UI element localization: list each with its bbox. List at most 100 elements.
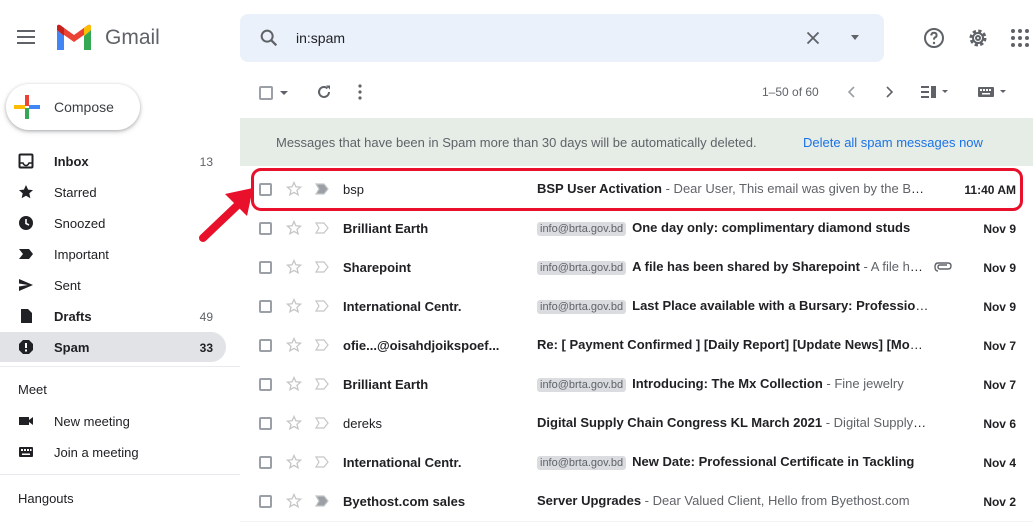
sidebar-item-drafts[interactable]: Drafts 49 bbox=[0, 301, 226, 331]
row-checkbox[interactable] bbox=[259, 495, 272, 508]
draft-icon bbox=[21, 309, 32, 323]
row-checkbox[interactable] bbox=[259, 417, 272, 430]
delete-all-spam-link[interactable]: Delete all spam messages now bbox=[803, 135, 983, 150]
top-bar: Gmail in:spam bbox=[0, 0, 1033, 76]
compose-button[interactable]: Compose bbox=[6, 84, 140, 130]
sidebar: Compose Inbox 13 Starred Snoozed Importa… bbox=[0, 76, 240, 508]
email-date: Nov 7 bbox=[983, 378, 1016, 392]
search-input[interactable]: in:spam bbox=[296, 30, 345, 46]
app-brand-name: Gmail bbox=[105, 26, 160, 49]
importance-marker-icon[interactable] bbox=[315, 261, 329, 273]
select-all-checkbox[interactable] bbox=[259, 86, 273, 100]
email-row[interactable]: Brilliant Earth info@brta.gov.bd Introduci… bbox=[240, 365, 1033, 405]
join-meeting-button[interactable]: Join a meeting bbox=[0, 437, 226, 467]
importance-marker-icon[interactable] bbox=[315, 183, 329, 195]
importance-marker-icon[interactable] bbox=[315, 495, 329, 507]
star-toggle-icon[interactable] bbox=[286, 337, 302, 353]
email-row[interactable]: Sharepoint info@brta.gov.bd A file has bee… bbox=[240, 248, 1033, 288]
email-label-tag[interactable]: info@brta.gov.bd bbox=[537, 456, 627, 470]
email-label-tag[interactable]: info@brta.gov.bd bbox=[537, 378, 627, 392]
sidebar-item-snoozed[interactable]: Snoozed bbox=[0, 208, 226, 238]
email-date: Nov 9 bbox=[983, 300, 1016, 314]
new-meeting-button[interactable]: New meeting bbox=[0, 406, 226, 436]
search-bar[interactable]: in:spam bbox=[240, 14, 884, 62]
email-row[interactable]: bsp BSP User Activation - Dear User, This… bbox=[240, 170, 1033, 210]
newer-page-icon[interactable] bbox=[847, 86, 857, 98]
star-toggle-icon[interactable] bbox=[286, 415, 302, 431]
sidebar-item-starred[interactable]: Starred bbox=[0, 177, 226, 207]
email-label-tag[interactable]: info@brta.gov.bd bbox=[537, 222, 627, 236]
important-icon bbox=[19, 249, 33, 259]
email-row[interactable]: Byethost.com sales Server Upgrades - Dear… bbox=[240, 482, 1033, 522]
split-pane-toggle-icon[interactable] bbox=[920, 84, 950, 100]
star-toggle-icon[interactable] bbox=[286, 376, 302, 392]
row-checkbox[interactable] bbox=[259, 300, 272, 313]
older-page-icon[interactable] bbox=[884, 86, 894, 98]
help-icon[interactable] bbox=[922, 26, 946, 50]
search-icon[interactable] bbox=[258, 27, 280, 49]
email-content: Re: [ Payment Confirmed ] [Daily Report]… bbox=[537, 337, 929, 352]
email-row[interactable]: Brilliant Earth info@brta.gov.bd One day o… bbox=[240, 209, 1033, 249]
star-toggle-icon[interactable] bbox=[286, 220, 302, 236]
email-content: info@brta.gov.bd Introducing: The Mx Coll… bbox=[537, 376, 929, 392]
hangouts-section-title: Hangouts bbox=[18, 491, 74, 506]
search-options-icon[interactable] bbox=[846, 28, 864, 46]
star-toggle-icon[interactable] bbox=[286, 298, 302, 314]
star-toggle-icon[interactable] bbox=[286, 259, 302, 275]
sidebar-item-important[interactable]: Important bbox=[0, 239, 226, 269]
email-label-tag[interactable]: info@brta.gov.bd bbox=[537, 261, 627, 275]
importance-marker-icon[interactable] bbox=[315, 417, 329, 429]
row-checkbox[interactable] bbox=[259, 222, 272, 235]
row-checkbox[interactable] bbox=[259, 378, 272, 391]
meet-item-label: New meeting bbox=[54, 414, 130, 429]
importance-marker-icon[interactable] bbox=[315, 378, 329, 390]
email-date: Nov 4 bbox=[983, 456, 1016, 470]
compose-plus-icon bbox=[14, 95, 40, 119]
sidebar-item-spam[interactable]: Spam 33 bbox=[0, 332, 226, 362]
sidebar-item-sent[interactable]: Sent bbox=[0, 270, 226, 300]
email-sender: Sharepoint bbox=[343, 260, 411, 275]
email-content: BSP User Activation - Dear User, This em… bbox=[537, 181, 929, 196]
email-subject: Last Place available with a Bursary: Pro… bbox=[632, 298, 929, 313]
star-toggle-icon[interactable] bbox=[286, 493, 302, 509]
sidebar-item-label: Snoozed bbox=[54, 216, 106, 231]
main-menu-icon[interactable] bbox=[17, 26, 35, 48]
sidebar-divider bbox=[0, 474, 240, 475]
email-row[interactable]: dereks Digital Supply Chain Congress KL M… bbox=[240, 404, 1033, 444]
row-checkbox[interactable] bbox=[259, 261, 272, 274]
star-toggle-icon[interactable] bbox=[286, 454, 302, 470]
sidebar-item-inbox[interactable]: Inbox 13 bbox=[0, 146, 226, 176]
importance-marker-icon[interactable] bbox=[315, 339, 329, 351]
apps-grid-icon[interactable] bbox=[1008, 26, 1032, 50]
email-date: Nov 9 bbox=[983, 261, 1016, 275]
importance-marker-icon[interactable] bbox=[315, 300, 329, 312]
email-sender: Brilliant Earth bbox=[343, 377, 429, 392]
email-subject: Server Upgrades bbox=[537, 493, 642, 508]
unread-count: 13 bbox=[199, 155, 213, 169]
row-checkbox[interactable] bbox=[259, 339, 272, 352]
email-label-tag[interactable]: info@brta.gov.bd bbox=[537, 300, 627, 314]
email-snippet: - Dear Valued Client, Hello from Byethos… bbox=[641, 493, 910, 508]
refresh-icon[interactable] bbox=[315, 83, 333, 101]
row-checkbox[interactable] bbox=[259, 456, 272, 469]
input-tools-icon[interactable] bbox=[977, 85, 1009, 99]
importance-marker-icon[interactable] bbox=[315, 222, 329, 234]
gmail-logo-icon[interactable] bbox=[55, 24, 93, 52]
select-dropdown-icon[interactable] bbox=[279, 88, 289, 98]
sidebar-item-label: Starred bbox=[54, 185, 97, 200]
star-toggle-icon[interactable] bbox=[286, 181, 302, 197]
email-subject: BSP User Activation bbox=[537, 181, 662, 196]
settings-gear-icon[interactable] bbox=[966, 26, 990, 50]
email-row[interactable]: ofie...@oisahdjoikspoef... Re: [ Payment … bbox=[240, 326, 1033, 366]
email-row[interactable]: International Centr. info@brta.gov.bd Last… bbox=[240, 287, 1033, 327]
meet-section-title: Meet bbox=[18, 382, 47, 397]
send-icon bbox=[19, 279, 33, 291]
email-subject: Re: [ Payment Confirmed ] [Daily Report]… bbox=[537, 337, 929, 352]
importance-marker-icon[interactable] bbox=[315, 456, 329, 468]
row-checkbox[interactable] bbox=[259, 183, 272, 196]
clear-search-icon[interactable] bbox=[802, 27, 824, 49]
email-row[interactable]: International Centr. info@brta.gov.bd New … bbox=[240, 443, 1033, 483]
more-options-icon[interactable] bbox=[356, 83, 364, 101]
attachment-icon[interactable] bbox=[934, 262, 952, 272]
email-sender: bsp bbox=[343, 182, 364, 197]
